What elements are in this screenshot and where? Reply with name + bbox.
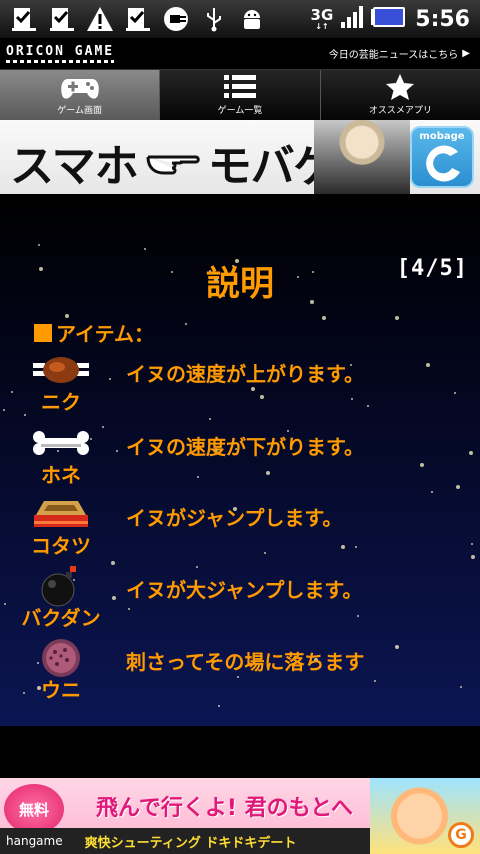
download-done-icon (10, 5, 38, 33)
list-item: コタツ イヌがジャンプします。 (0, 494, 480, 558)
list-item: ニク イヌの速度が上がります。 (0, 350, 480, 414)
instructions-panel: 説明 [4/5] アイテム： ニク イヌの速度が上がります。 ホネ イヌの速度が… (0, 194, 480, 726)
star-dot (38, 244, 40, 246)
star-icon (386, 74, 415, 100)
star-dot (431, 491, 433, 493)
free-badge: 無料 (4, 784, 64, 834)
star-dot (209, 418, 211, 420)
kotatsu-icon (28, 494, 94, 534)
item-description: イヌが大ジャンプします。 (126, 578, 363, 602)
tab-label: ゲーム画面 (57, 106, 103, 116)
item-description: 刺さってその場に落ちます (126, 650, 365, 674)
tab-recommended-apps[interactable]: オススメアプリ (320, 70, 480, 120)
star-dot (218, 705, 220, 707)
news-link[interactable]: 今日の芸能ニュースはこちら ▶ (329, 46, 470, 61)
item-name: コタツ (31, 534, 91, 558)
item-name: ニク (41, 390, 81, 414)
chevron-right-icon: ▶ (462, 48, 470, 59)
list-icon (223, 75, 256, 98)
tab-label: オススメアプリ (368, 106, 432, 116)
mobage-label: mobage (419, 131, 465, 142)
sea-urchin-icon (28, 638, 94, 678)
bone-icon (28, 423, 94, 463)
mobage-banner[interactable]: スマホ モバゲー mobage (0, 120, 480, 194)
star-dot (111, 561, 115, 565)
plug-icon (162, 5, 190, 33)
section-heading: アイテム： (34, 318, 154, 347)
download-done-icon (124, 5, 152, 33)
ad-brand: hangame (6, 834, 63, 848)
ad-subline: 爽快シューティング ドキドキデート (84, 835, 297, 851)
meat-icon (28, 350, 94, 390)
banner-text-left: スマホ (10, 141, 139, 192)
hangame-logo: G (448, 822, 474, 848)
status-bar: 3G ↓↑ 5:56 (0, 0, 480, 38)
mobage-logo: mobage (410, 126, 474, 188)
banner-person-photo (314, 120, 410, 194)
list-item: ホネ イヌの速度が下がります。 (0, 423, 480, 487)
tab-bar: ゲーム画面 ゲーム一覧 オススメアプリ (0, 70, 480, 120)
item-description: イヌがジャンプします。 (126, 506, 343, 530)
item-name: ウニ (41, 678, 81, 702)
star-dot (144, 248, 146, 250)
page-indicator: [4/5] (396, 256, 468, 281)
ad-strip: hangame 爽快シューティング ドキドキデート (0, 828, 370, 854)
item-name: ホネ (41, 463, 81, 487)
star-dot (185, 323, 187, 325)
star-dot (322, 316, 326, 320)
oricon-game-logo[interactable]: ORICON GAME (6, 44, 115, 63)
news-link-label: 今日の芸能ニュースはこちら (328, 50, 459, 61)
square-bullet-icon (34, 323, 52, 342)
pointing-hand-icon (146, 137, 200, 188)
bomb-icon (28, 566, 94, 607)
section-heading-label: アイテム： (56, 322, 154, 346)
warning-icon (86, 5, 114, 33)
item-description: イヌの速度が上がります。 (126, 362, 364, 386)
brand-bar: ORICON GAME 今日の芸能ニュースはこちら ▶ (0, 38, 480, 70)
item-description: イヌの速度が下がります。 (126, 435, 364, 459)
tab-label: ゲーム一覧 (217, 106, 263, 116)
gamepad-icon (60, 79, 99, 99)
free-badge-label: 無料 (18, 800, 49, 819)
download-done-icon (48, 5, 76, 33)
tab-game-list[interactable]: ゲーム一覧 (160, 70, 321, 120)
android-icon (238, 5, 266, 33)
usb-icon (200, 5, 228, 33)
ad-headline: 飛んで行くよ! 君のもとへ (96, 796, 354, 821)
battery-icon (371, 7, 406, 31)
star-dot (395, 316, 399, 320)
tab-game-screen[interactable]: ゲーム画面 (0, 70, 161, 120)
list-item: ウニ 刺さってその場に落ちます (0, 638, 480, 702)
ad-banner[interactable]: 無料 飛んで行くよ! 君のもとへ hangame 爽快シューティング ドキドキデ… (0, 778, 480, 854)
hangame-logo-letter: G (455, 827, 467, 843)
mobage-swirl-icon (426, 145, 460, 182)
spacer (0, 726, 480, 778)
clock: 5:56 (415, 6, 470, 32)
item-name: バクダン (21, 606, 101, 630)
list-item: バクダン イヌが大ジャンプします。 (0, 566, 480, 630)
signal-icon (339, 4, 365, 34)
network-indicator: 3G ↓↑ (310, 5, 334, 31)
